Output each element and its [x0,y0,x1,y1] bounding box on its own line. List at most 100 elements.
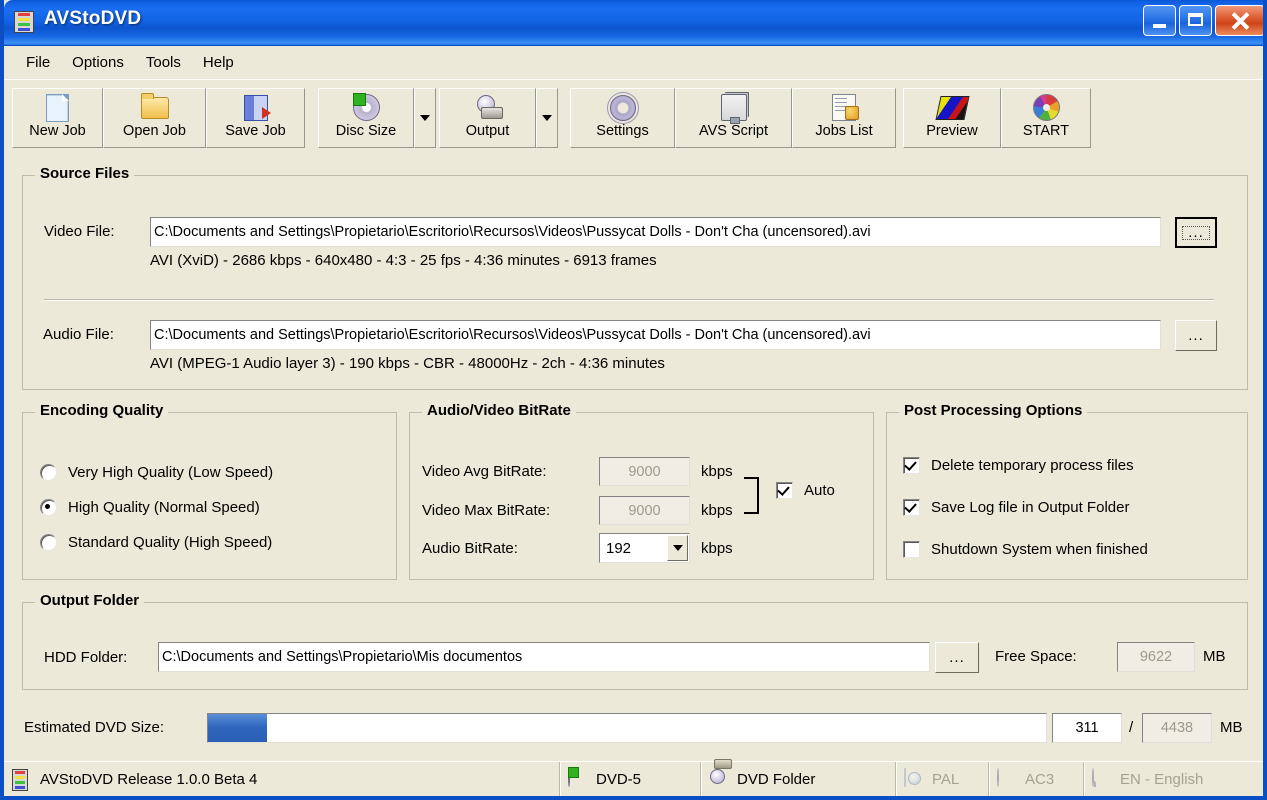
status-bar: AVStoDVD Release 1.0.0 Beta 4 DVD-5 DVD … [4,761,1263,796]
video-max-bitrate-unit: kbps [701,502,733,519]
radio-high-quality-indicator [40,499,57,516]
close-button[interactable] [1215,5,1263,36]
status-item-audio-format[interactable]: AC3 [989,762,1084,796]
checkbox-save-log-indicator [903,499,920,516]
estimated-size-separator: / [1129,719,1134,736]
film-strip-icon [12,769,32,791]
audio-file-input[interactable]: C:\Documents and Settings\Propietario\Es… [150,320,1161,350]
video-avg-bitrate-label: Video Avg BitRate: [422,463,547,480]
status-item-version: AVStoDVD Release 1.0.0 Beta 4 [4,762,560,796]
toolbar-disc-size-button[interactable]: Disc Size [318,88,414,148]
hdd-folder-label: HDD Folder: [44,649,128,666]
radio-very-high-quality[interactable]: Very High Quality (Low Speed) [40,464,273,481]
video-file-info: AVI (XviD) - 2686 kbps - 640x480 - 4:3 -… [150,252,657,269]
toolbar-avs-script-button[interactable]: AVS Script [675,88,792,148]
toolbar-preview-label: Preview [926,123,978,139]
color-wheel-icon [1031,93,1061,121]
estimated-size-total: 4438 [1142,713,1212,743]
save-disk-icon [241,93,271,121]
disc-size-icon [351,93,381,121]
avs-script-icon [719,93,749,124]
disc-size-dropdown-arrow[interactable] [414,88,436,148]
menu-options[interactable]: Options [62,51,136,74]
checkbox-delete-temp-files[interactable]: Delete temporary process files [903,457,1134,474]
status-disc-type-label: DVD-5 [596,770,642,788]
toolbar: New Job Open Job Save Job Disc Size Outp… [4,79,1263,156]
menu-tools[interactable]: Tools [136,51,193,74]
auto-bitrate-label: Auto [804,482,835,499]
chevron-down-icon[interactable] [667,535,688,561]
film-strip-icon [14,11,34,33]
video-max-bitrate-input[interactable]: 9000 [599,496,690,525]
output-folder-title: Output Folder [35,592,145,609]
toolbar-save-job-label: Save Job [225,123,286,139]
audio-bitrate-select[interactable]: 192 [599,533,690,563]
window-title: AVStoDVD [44,8,142,29]
radio-standard-quality-indicator [40,534,57,551]
status-item-output-type[interactable]: DVD Folder [701,762,896,796]
progress-fill [208,714,267,742]
output-dropdown-arrow[interactable] [536,88,558,148]
toolbar-save-job-button[interactable]: Save Job [206,88,305,148]
open-folder-icon [140,93,170,121]
toolbar-open-job-label: Open Job [123,123,186,139]
video-file-browse-button[interactable]: ... [1175,217,1217,248]
toolbar-preview-button[interactable]: Preview [903,88,1001,148]
menu-help[interactable]: Help [193,51,246,74]
status-item-language[interactable]: EN - English [1084,762,1263,796]
radio-standard-quality[interactable]: Standard Quality (High Speed) [40,534,272,551]
video-browse-label: ... [1182,225,1210,240]
toolbar-settings-label: Settings [596,123,649,139]
estimated-dvd-size-progressbar [207,713,1047,743]
audio-file-browse-button[interactable]: ... [1175,320,1217,351]
title-bar: AVStoDVD [4,0,1263,46]
status-item-video-standard[interactable]: PAL [896,762,989,796]
estimated-size-current[interactable]: 311 [1052,713,1122,743]
pal-tv-icon [904,768,924,789]
checkbox-save-log-label: Save Log file in Output Folder [931,499,1130,516]
audio-disc-icon [997,768,1017,789]
hdd-folder-browse-button[interactable]: ... [935,642,979,673]
menu-bar: File Options Tools Help [4,46,1263,79]
auto-bitrate-checkbox-indicator [776,482,793,499]
audio-browse-label: ... [1188,327,1204,344]
toolbar-output-button[interactable]: Output [439,88,536,148]
toolbar-new-job-button[interactable]: New Job [12,88,103,148]
new-document-icon [43,93,73,122]
status-version-label: AVStoDVD Release 1.0.0 Beta 4 [40,770,258,788]
checkbox-delete-temp-files-indicator [903,457,920,474]
toolbar-output-label: Output [465,123,510,139]
radio-standard-quality-label: Standard Quality (High Speed) [68,534,273,551]
status-item-disc-type[interactable]: DVD-5 [560,762,701,796]
hdd-browse-label: ... [949,649,965,666]
estimated-dvd-size-label: Estimated DVD Size: [24,719,165,736]
status-output-type-label: DVD Folder [737,770,816,788]
minimize-button[interactable] [1143,5,1176,36]
dvd-folder-icon [709,769,729,789]
hdd-folder-input[interactable]: C:\Documents and Settings\Propietario\Mi… [158,642,930,672]
audio-bitrate-value: 192 [606,539,632,557]
menu-file[interactable]: File [16,51,62,74]
checkbox-save-log[interactable]: Save Log file in Output Folder [903,499,1129,516]
encoding-quality-group: Encoding Quality [22,402,397,580]
jobs-list-icon [829,93,859,121]
preview-film-icon [934,93,970,121]
toolbar-settings-button[interactable]: Settings [570,88,675,148]
free-space-unit: MB [1203,648,1226,665]
toolbar-open-job-button[interactable]: Open Job [103,88,206,148]
auto-bitrate-checkbox[interactable]: Auto [776,482,835,499]
toolbar-jobs-list-button[interactable]: Jobs List [792,88,896,148]
video-file-input[interactable]: C:\Documents and Settings\Propietario\Es… [150,217,1161,247]
maximize-button[interactable] [1179,5,1212,36]
free-space-value: 9622 [1117,642,1195,672]
checkbox-shutdown-system[interactable]: Shutdown System when finished [903,541,1148,558]
radio-high-quality[interactable]: High Quality (Normal Speed) [40,499,260,516]
estimated-size-unit: MB [1220,719,1243,736]
radio-very-high-quality-label: Very High Quality (Low Speed) [68,464,274,481]
status-language-label: EN - English [1120,770,1204,788]
video-avg-bitrate-input[interactable]: 9000 [599,457,690,486]
audio-bitrate-label: Audio BitRate: [422,540,518,557]
source-files-divider [44,299,1214,301]
checkbox-shutdown-system-indicator [903,541,920,558]
toolbar-start-button[interactable]: START [1001,88,1091,148]
